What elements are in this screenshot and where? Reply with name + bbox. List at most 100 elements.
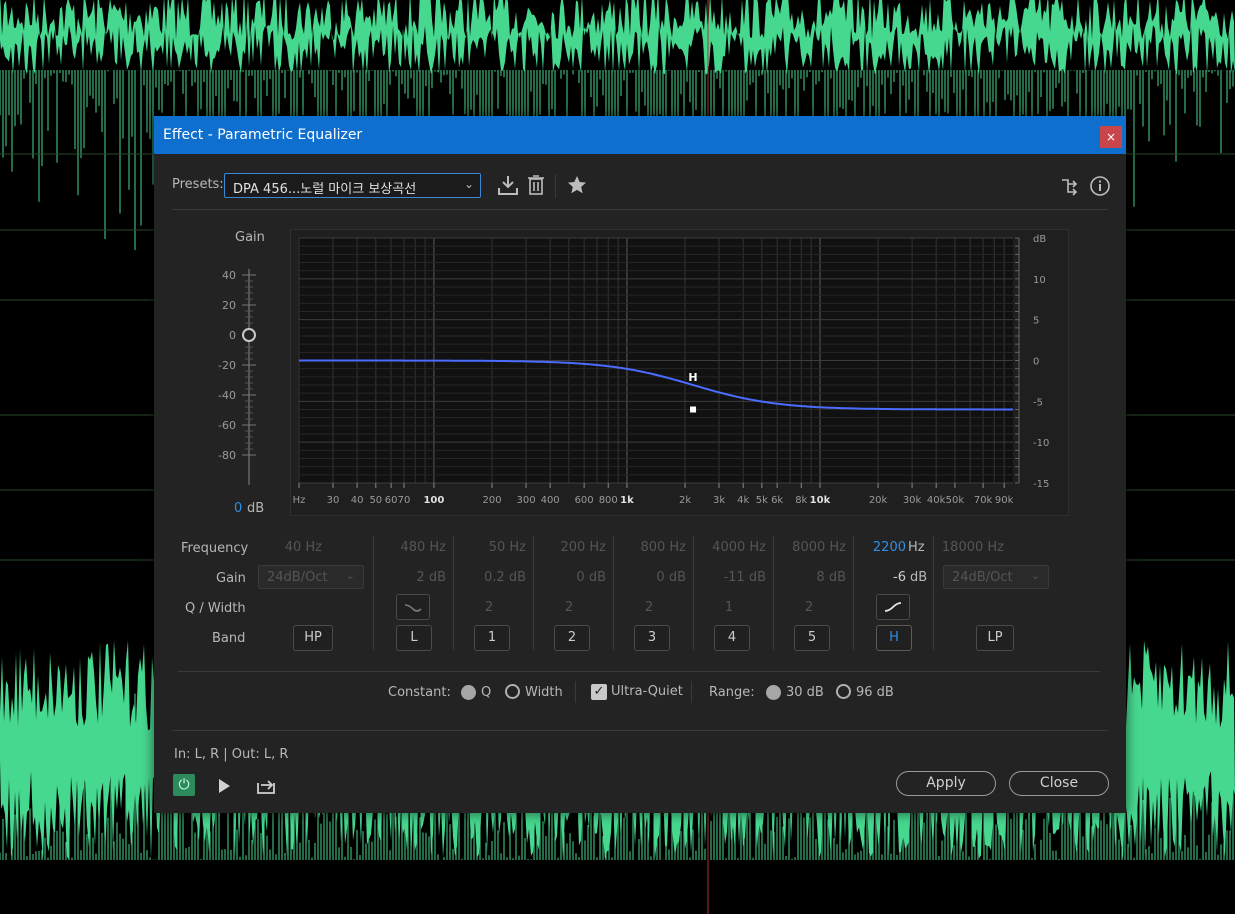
gain-slider-track[interactable]: 40 20 0 -20 -40 -60 -80 (214, 259, 284, 519)
range-label: Range: (709, 685, 755, 700)
gain-tick-label: 0 (229, 329, 236, 342)
constant-q-radio[interactable] (461, 685, 476, 700)
title-bar[interactable]: Effect - Parametric Equalizer × (154, 116, 1126, 154)
chevron-down-icon: ⌄ (345, 569, 355, 582)
lp-slope-dropdown[interactable]: 24dB/Oct ⌄ (943, 565, 1049, 589)
frequency-tick-label: 40k (927, 495, 946, 506)
frequency-tick-label: 50k (946, 495, 965, 506)
frequency-label: Frequency (181, 541, 249, 556)
frequency-tick-label: 200 (482, 495, 501, 506)
frequency-tick-label: 10k (810, 495, 831, 506)
band-3-button[interactable]: 3 (634, 625, 670, 651)
ultra-quiet-checkbox[interactable]: ✓ (591, 684, 607, 700)
close-button[interactable]: Close (1009, 771, 1109, 796)
low-shelf-frequency[interactable]: 480 Hz (394, 540, 446, 555)
high-shelf-frequency[interactable]: 2200 (854, 540, 906, 555)
band-4-frequency[interactable]: 4000 Hz (694, 540, 766, 555)
band-2-frequency[interactable]: 200 Hz (534, 540, 606, 555)
band-5-q[interactable]: 2 (794, 600, 824, 615)
chevron-down-icon: ⌄ (1030, 569, 1040, 582)
constant-q-label[interactable]: Q (481, 685, 491, 700)
constant-width-label[interactable]: Width (525, 685, 563, 700)
band-1-gain[interactable]: 0.2 dB (454, 570, 526, 585)
info-icon[interactable] (1089, 175, 1111, 197)
frequency-tick-label: 600 (575, 495, 594, 506)
frequency-tick-label: 300 (516, 495, 535, 506)
eq-graph[interactable]: Hz 30 40 50 60 70 100 200 300 400 600 800 1k 2k 3k 4k 5k… (290, 229, 1069, 516)
high-shelf-handle-label: H (688, 371, 697, 384)
gain-unit: dB (247, 501, 265, 516)
band-1-q[interactable]: 2 (474, 600, 504, 615)
frequency-tick-label: 30k (903, 495, 922, 506)
band-1-frequency[interactable]: 50 Hz (454, 540, 526, 555)
toolbar-divider (555, 174, 556, 198)
band-3-gain[interactable]: 0 dB (614, 570, 686, 585)
gain-tick-label: 20 (222, 299, 236, 312)
constant-width-radio[interactable] (505, 684, 520, 699)
high-shelf-handle[interactable] (690, 406, 697, 413)
band-2-q[interactable]: 2 (554, 600, 584, 615)
band-4-gain[interactable]: -11 dB (694, 570, 766, 585)
gain-tick-label: -80 (218, 449, 236, 462)
low-shelf-shape-button[interactable] (396, 594, 430, 620)
power-icon[interactable]: ⏻ (173, 774, 195, 796)
band-1-button[interactable]: 1 (474, 625, 510, 651)
band-lp-button[interactable]: LP (976, 625, 1014, 651)
frequency-tick-label: 40 (351, 495, 364, 506)
band-2-button[interactable]: 2 (554, 625, 590, 651)
band-2-gain[interactable]: 0 dB (534, 570, 606, 585)
apply-button[interactable]: Apply (896, 771, 996, 796)
trash-icon[interactable] (527, 173, 545, 197)
band-4-q[interactable]: 1 (714, 600, 744, 615)
band-l-button[interactable]: L (396, 625, 432, 651)
high-shelf-gain-unit: dB (910, 570, 928, 585)
range-30db-radio[interactable] (766, 685, 781, 700)
band-hp-button[interactable]: HP (293, 625, 333, 651)
frequency-tick-label: Hz (293, 495, 306, 506)
hp-slope-dropdown[interactable]: 24dB/Oct ⌄ (258, 565, 364, 589)
frequency-tick-label: 4k (737, 495, 749, 506)
range-30db-label[interactable]: 30 dB (786, 685, 824, 700)
frequency-tick-label: 90k (995, 495, 1014, 506)
loop-icon[interactable] (255, 776, 277, 796)
frequency-tick-label: 20k (869, 495, 888, 506)
band-5-button[interactable]: 5 (794, 625, 830, 651)
lp-frequency[interactable]: 18000 Hz (934, 540, 1004, 555)
hp-frequency[interactable]: 40 Hz (266, 540, 322, 555)
band-5-frequency[interactable]: 8000 Hz (774, 540, 846, 555)
download-icon[interactable] (497, 173, 519, 197)
low-shelf-gain[interactable]: 2 dB (394, 570, 446, 585)
preset-dropdown[interactable]: DPA 456...노럴 마이크 보상곡선 ⌄ (224, 173, 481, 198)
frequency-tick-label: 5k (756, 495, 768, 506)
band-3-q[interactable]: 2 (634, 600, 664, 615)
db-tick-label: 10 (1033, 275, 1046, 286)
play-icon[interactable] (214, 776, 234, 796)
band-5-gain[interactable]: 8 dB (774, 570, 846, 585)
band-4-button[interactable]: 4 (714, 625, 750, 651)
frequency-tick-label: 800 (599, 495, 618, 506)
routing-icon[interactable] (1060, 176, 1080, 196)
gain-slider-label: Gain (235, 230, 265, 245)
range-96db-radio[interactable] (836, 684, 851, 699)
high-shelf-gain[interactable]: -6 (854, 570, 906, 585)
frequency-tick-label: 70 (398, 495, 411, 506)
gain-value[interactable]: 0 (234, 501, 242, 516)
preset-value: DPA 456...노럴 마이크 보상곡선 (233, 182, 417, 197)
gain-tick-label: -20 (218, 359, 236, 372)
high-shelf-frequency-unit: Hz (908, 540, 925, 555)
star-icon[interactable] (566, 174, 588, 196)
band-h-button[interactable]: H (876, 625, 912, 651)
options-separator (691, 681, 692, 703)
band-3-frequency[interactable]: 800 Hz (614, 540, 686, 555)
high-shelf-shape-button[interactable] (876, 594, 910, 620)
frequency-tick-label: 3k (713, 495, 725, 506)
io-routing-text: In: L, R | Out: L, R (174, 747, 289, 762)
range-96db-label[interactable]: 96 dB (856, 685, 894, 700)
db-tick-label: -5 (1033, 397, 1043, 408)
close-window-button[interactable]: × (1100, 126, 1122, 148)
frequency-tick-label: 30 (327, 495, 340, 506)
ultra-quiet-label[interactable]: Ultra-Quiet (611, 684, 683, 699)
master-gain-slider[interactable]: Gain 40 20 0 -20 -40 -60 -80 0 dB (214, 229, 284, 529)
gain-slider-thumb[interactable] (242, 328, 256, 342)
options-divider (178, 671, 1100, 672)
